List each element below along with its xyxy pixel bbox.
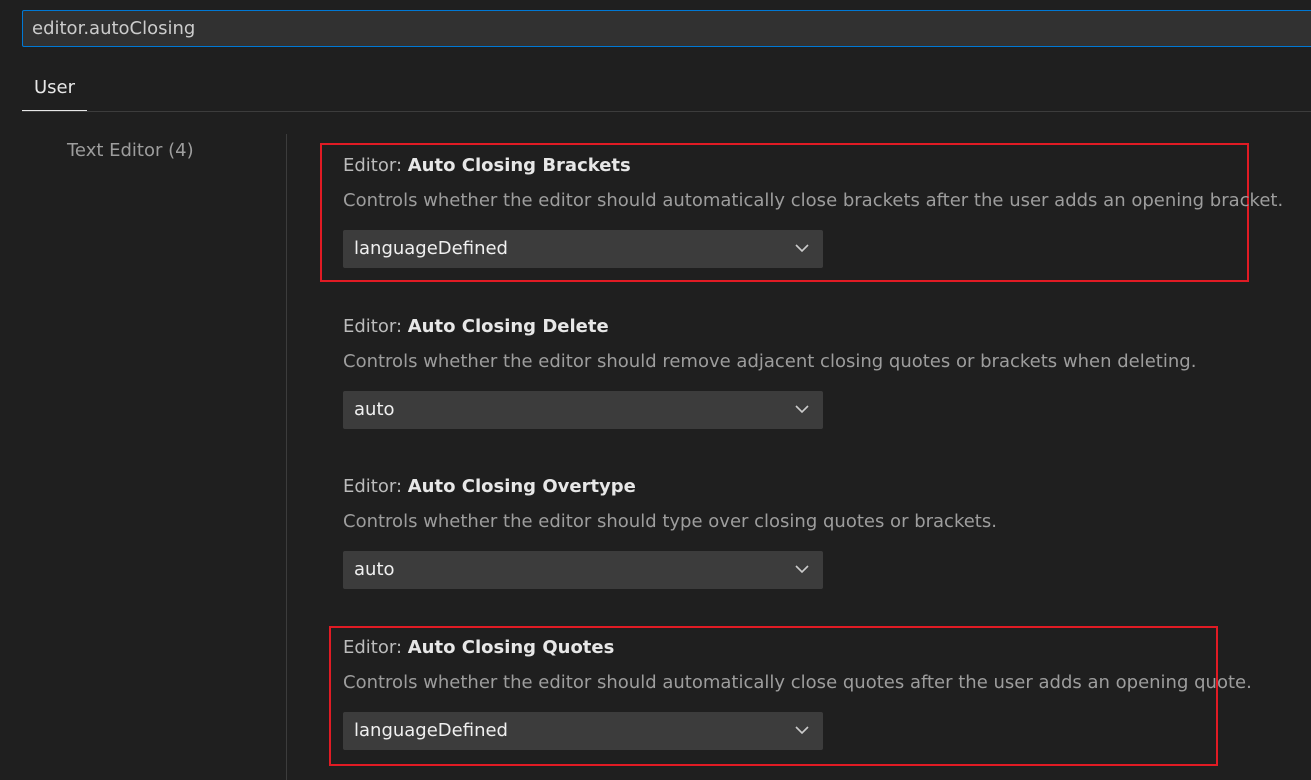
setting-description: Controls whether the editor should autom… bbox=[343, 190, 1284, 211]
setting-category: Editor: bbox=[343, 637, 408, 658]
setting-name: Auto Closing Quotes bbox=[407, 637, 615, 658]
setting-name: Auto Closing Delete bbox=[407, 316, 609, 337]
setting-dropdown[interactable]: auto bbox=[343, 551, 823, 589]
setting-title: Editor: Auto Closing Overtype bbox=[343, 475, 1303, 499]
chevron-down-icon bbox=[795, 726, 809, 735]
dropdown-value: auto bbox=[354, 399, 395, 420]
setting-description: Controls whether the editor should autom… bbox=[343, 672, 1252, 693]
settings-editor: User Text Editor (4) Editor: Auto Closin… bbox=[0, 0, 1311, 780]
chevron-down-icon bbox=[795, 405, 809, 414]
setting-title: Editor: Auto Closing Quotes bbox=[343, 636, 1303, 660]
setting-auto-closing-delete: Editor: Auto Closing Delete Controls whe… bbox=[343, 315, 1303, 429]
setting-title: Editor: Auto Closing Brackets bbox=[343, 154, 1303, 178]
chevron-down-icon bbox=[795, 565, 809, 574]
setting-category: Editor: bbox=[343, 476, 408, 497]
setting-auto-closing-quotes: Editor: Auto Closing Quotes Controls whe… bbox=[343, 636, 1303, 750]
setting-dropdown[interactable]: auto bbox=[343, 391, 823, 429]
dropdown-value: languageDefined bbox=[354, 238, 508, 259]
setting-category: Editor: bbox=[343, 316, 408, 337]
setting-auto-closing-overtype: Editor: Auto Closing Overtype Controls w… bbox=[343, 475, 1303, 589]
setting-name: Auto Closing Brackets bbox=[407, 155, 631, 176]
setting-description: Controls whether the editor should type … bbox=[343, 511, 997, 532]
settings-search-input[interactable] bbox=[22, 10, 1311, 47]
chevron-down-icon bbox=[795, 244, 809, 253]
dropdown-value: auto bbox=[354, 559, 395, 580]
dropdown-value: languageDefined bbox=[354, 720, 508, 741]
setting-description: Controls whether the editor should remov… bbox=[343, 351, 1197, 372]
setting-category: Editor: bbox=[343, 155, 408, 176]
tabs-divider bbox=[22, 111, 1311, 112]
tab-user[interactable]: User bbox=[22, 70, 88, 111]
setting-title: Editor: Auto Closing Delete bbox=[343, 315, 1303, 339]
toc-item-text-editor[interactable]: Text Editor (4) bbox=[67, 139, 194, 163]
toc-divider bbox=[286, 134, 287, 780]
setting-dropdown[interactable]: languageDefined bbox=[343, 712, 823, 750]
setting-name: Auto Closing Overtype bbox=[407, 476, 636, 497]
setting-dropdown[interactable]: languageDefined bbox=[343, 230, 823, 268]
setting-auto-closing-brackets: Editor: Auto Closing Brackets Controls w… bbox=[343, 154, 1303, 268]
